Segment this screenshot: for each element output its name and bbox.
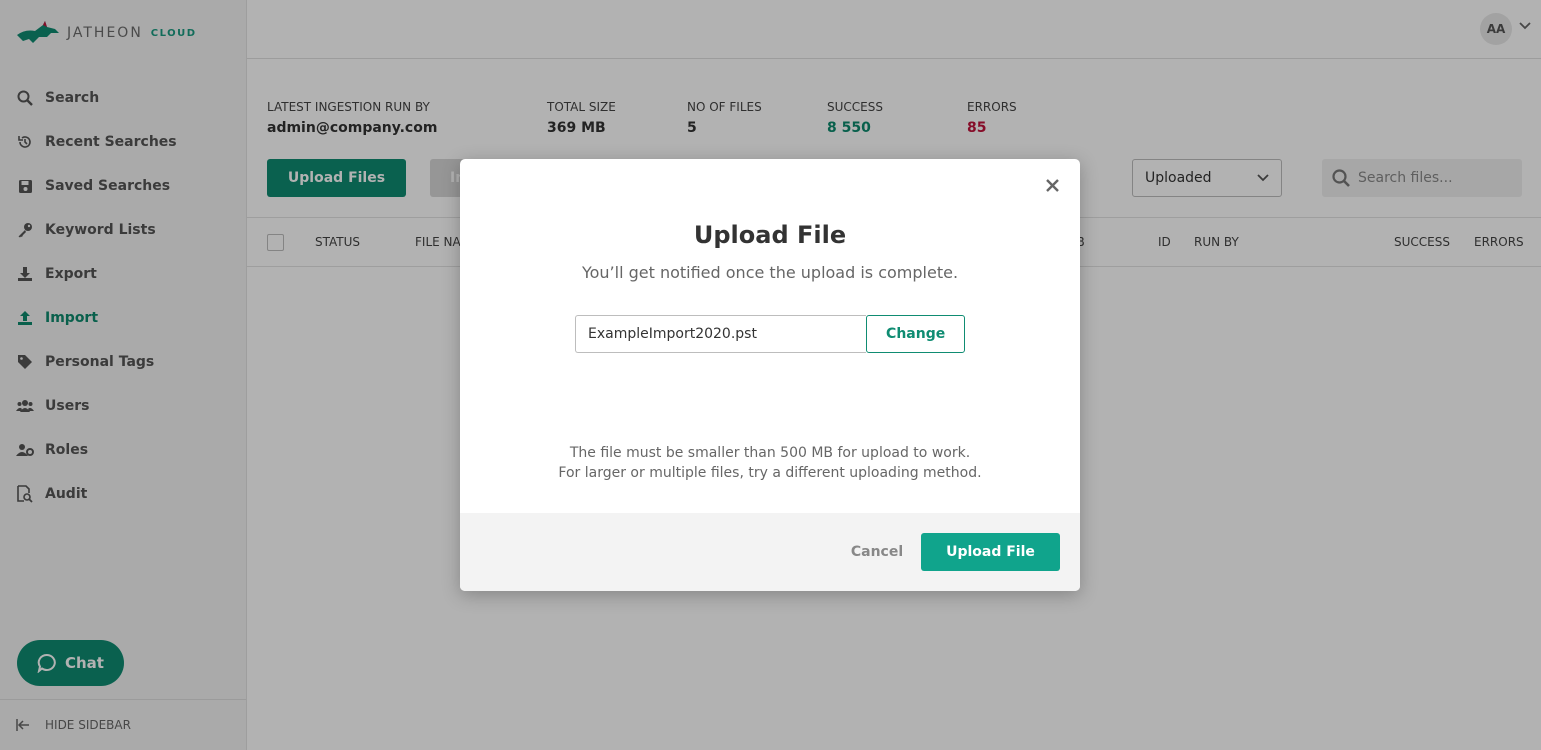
close-icon: [1045, 178, 1059, 192]
modal-footer: Cancel Upload File: [460, 513, 1080, 591]
size-limit-note: The file must be smaller than 500 MB for…: [460, 443, 1080, 483]
change-file-button[interactable]: Change: [866, 315, 965, 353]
cancel-button[interactable]: Cancel: [844, 533, 910, 571]
upload-file-button[interactable]: Upload File: [921, 533, 1060, 571]
close-button[interactable]: [1042, 175, 1062, 195]
modal-title: Upload File: [693, 221, 847, 249]
modal-subtitle: You’ll get notified once the upload is c…: [581, 263, 959, 282]
upload-file-modal: Upload File You’ll get notified once the…: [460, 159, 1080, 591]
note-line: The file must be smaller than 500 MB for…: [569, 445, 971, 461]
file-picker: ExampleImport2020.pst Change: [575, 315, 965, 353]
selected-file-field[interactable]: ExampleImport2020.pst: [575, 315, 867, 353]
note-line: For larger or multiple files, try a diff…: [558, 465, 982, 481]
